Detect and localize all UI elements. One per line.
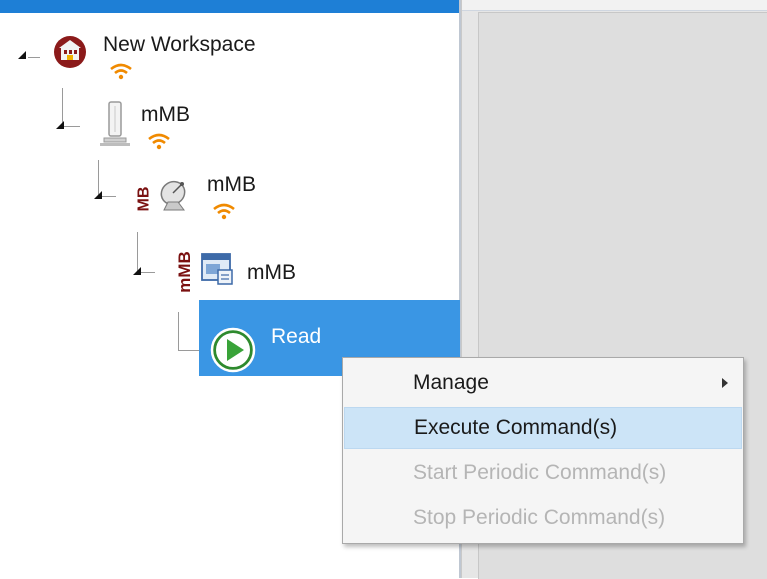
menu-item-manage[interactable]: Manage xyxy=(344,363,742,405)
wifi-icon xyxy=(110,63,132,80)
panel-header-bar xyxy=(0,0,459,13)
menu-item-execute-commands[interactable]: Execute Command(s) xyxy=(344,407,742,449)
menu-item-stop-periodic-commands[interactable]: Stop Periodic Command(s) xyxy=(344,498,742,540)
play-icon xyxy=(210,327,256,373)
menu-item-label: Execute Command(s) xyxy=(414,416,618,439)
submenu-arrow-icon xyxy=(722,378,728,388)
menu-item-label: Stop Periodic Command(s) xyxy=(413,506,666,529)
menu-item-label: Start Periodic Command(s) xyxy=(413,461,667,484)
tree-connector xyxy=(178,312,179,350)
tree-node-label: mMB xyxy=(141,103,190,126)
satellite-dish-icon xyxy=(160,180,186,211)
collapse-toggle-icon[interactable] xyxy=(56,121,64,129)
context-menu: Manage Execute Command(s) Start Periodic… xyxy=(342,357,744,544)
tree-connector xyxy=(137,232,138,272)
mb-tag-label: MB xyxy=(135,186,153,212)
menu-item-start-periodic-commands[interactable]: Start Periodic Command(s) xyxy=(344,453,742,495)
tree-connector xyxy=(28,57,40,58)
mmb-tag-label: mMB xyxy=(174,251,194,293)
tree-connector xyxy=(62,126,80,127)
menu-item-label: Manage xyxy=(413,371,489,394)
tree-connector xyxy=(178,350,200,351)
tree-node-label: Read xyxy=(271,325,322,348)
collapse-toggle-icon[interactable] xyxy=(94,191,102,199)
wifi-icon xyxy=(148,133,170,150)
tree-node-label: New Workspace xyxy=(103,33,256,56)
tree-node-label: mMB xyxy=(247,261,296,284)
workspace-icon xyxy=(54,36,86,68)
collapse-toggle-icon[interactable] xyxy=(18,51,26,59)
window-icon xyxy=(201,253,233,285)
tree-node-label: mMB xyxy=(207,173,256,196)
collapse-toggle-icon[interactable] xyxy=(133,267,141,275)
wifi-icon xyxy=(213,203,235,220)
details-pane-header xyxy=(462,0,767,11)
device-icon xyxy=(100,101,130,146)
